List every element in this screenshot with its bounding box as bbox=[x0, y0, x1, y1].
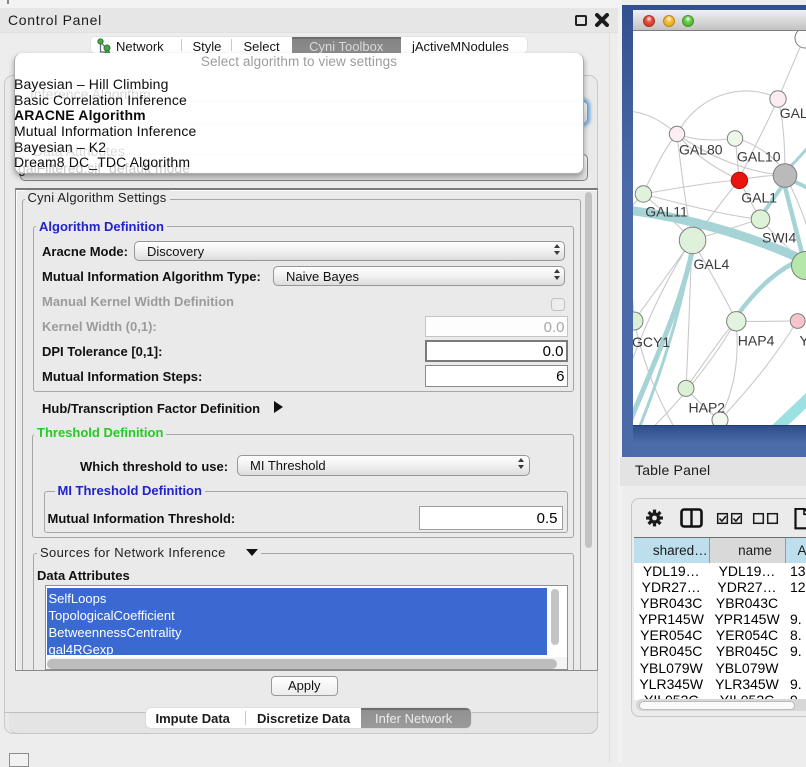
svg-text:HAP2: HAP2 bbox=[689, 400, 726, 416]
svg-text:GCY1: GCY1 bbox=[633, 334, 670, 350]
svg-text:GAL: GAL bbox=[780, 105, 806, 121]
svg-text:GAL1: GAL1 bbox=[741, 190, 777, 206]
svg-text:GAL80: GAL80 bbox=[679, 142, 723, 158]
svg-text:HAP4: HAP4 bbox=[738, 333, 775, 349]
svg-text:SWI4: SWI4 bbox=[762, 230, 796, 246]
svg-text:GAL4: GAL4 bbox=[694, 256, 730, 272]
svg-text:Y: Y bbox=[800, 333, 806, 349]
svg-text:GAL10: GAL10 bbox=[737, 149, 781, 165]
svg-text:GAL11: GAL11 bbox=[645, 204, 688, 220]
